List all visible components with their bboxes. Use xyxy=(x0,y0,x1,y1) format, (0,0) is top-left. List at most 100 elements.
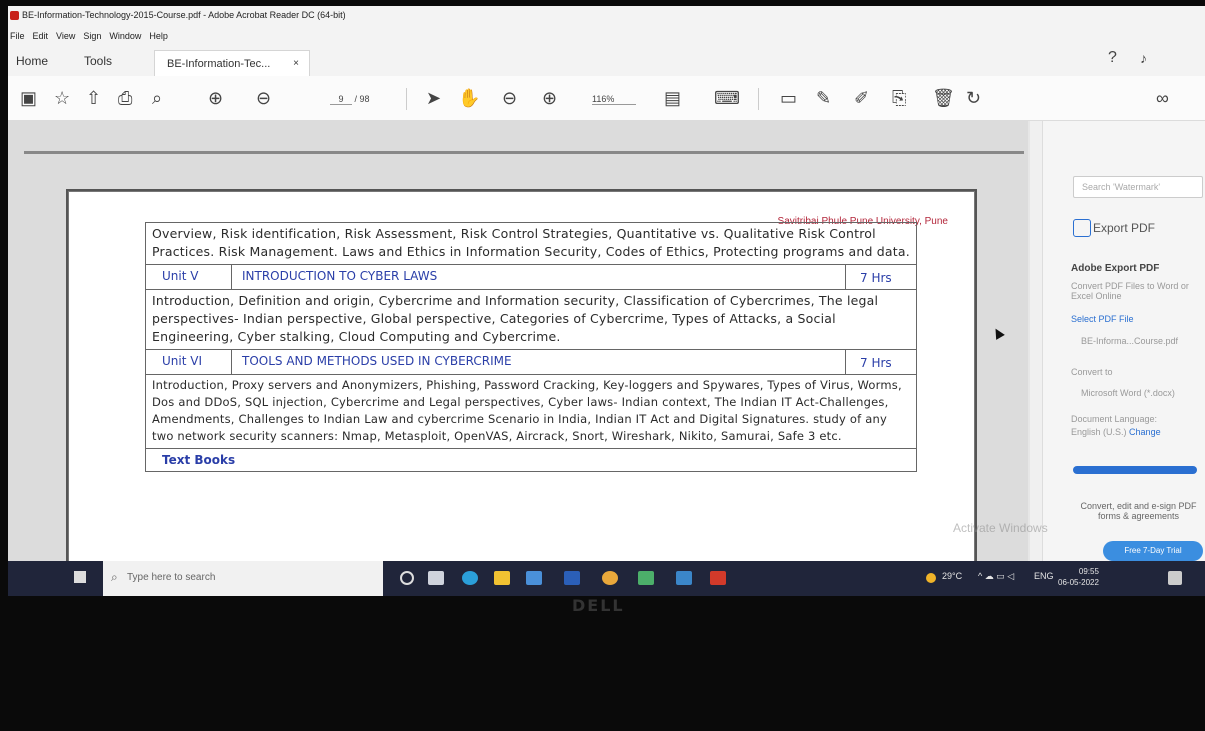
toolbar-divider xyxy=(406,88,407,110)
tab-document-label: BE-Information-Tec... xyxy=(167,58,271,70)
acrobat-taskbar-icon[interactable] xyxy=(710,571,726,585)
unit-title: TOOLS AND METHODS USED IN CYBERCRIME xyxy=(232,350,846,374)
search-icon: ⌕ xyxy=(111,570,118,584)
vertical-scrollbar[interactable] xyxy=(1030,121,1042,561)
date: 06-05-2022 xyxy=(1058,578,1099,587)
activate-windows-watermark: Activate Windows xyxy=(953,521,1048,535)
change-language-link[interactable]: Change xyxy=(1129,427,1161,437)
word-icon[interactable] xyxy=(564,571,580,585)
hand-icon[interactable]: ✋ xyxy=(458,88,480,108)
menu-edit[interactable]: Edit xyxy=(33,28,49,46)
tab-tools[interactable]: Tools xyxy=(84,54,112,68)
store-icon[interactable] xyxy=(526,571,542,585)
monitor-brand: DELL xyxy=(572,596,625,615)
pdf-page: Savitribai Phule Pune University, Pune O… xyxy=(68,191,975,593)
tab-home[interactable]: Home xyxy=(16,54,48,68)
text-books-heading: Text Books xyxy=(146,448,916,471)
page-indicator: 9 / 98 xyxy=(330,94,370,105)
upload-icon[interactable]: ⇧ xyxy=(86,88,101,108)
notification-icon[interactable] xyxy=(1168,571,1182,585)
right-tools-panel: Search 'Watermark' Export PDF Adobe Expo… xyxy=(1042,121,1205,561)
edge-icon[interactable] xyxy=(462,571,478,585)
unit-content: Introduction, Proxy servers and Anonymiz… xyxy=(152,378,902,443)
save-icon[interactable]: ▣ xyxy=(20,88,37,108)
selected-file[interactable]: BE-Informa...Course.pdf xyxy=(1071,336,1205,346)
menu-view[interactable]: View xyxy=(56,28,75,46)
keyboard-icon[interactable]: ⌨ xyxy=(714,88,740,108)
export-heading: Adobe Export PDF xyxy=(1071,263,1160,274)
zoom-in-icon[interactable]: ⊕ xyxy=(542,88,557,108)
unit-row: Unit V INTRODUCTION TO CYBER LAWS 7 Hrs xyxy=(146,264,916,290)
unit-hours: 7 Hrs xyxy=(860,356,892,370)
draw-icon[interactable]: ✐ xyxy=(854,88,869,108)
unit-content: Introduction, Definition and origin, Cyb… xyxy=(152,293,879,344)
cortana-icon[interactable] xyxy=(400,571,414,585)
mail-icon[interactable] xyxy=(676,571,692,585)
rotate-icon[interactable]: ↻ xyxy=(966,88,981,108)
acrobat-icon xyxy=(10,11,19,20)
document-area: Savitribai Phule Pune University, Pune O… xyxy=(8,121,1028,593)
taskbar-search-placeholder: Type here to search xyxy=(127,572,216,583)
convert-button[interactable] xyxy=(1073,466,1197,474)
page-number-input[interactable]: 9 xyxy=(330,94,352,105)
print-icon[interactable]: ⎙ xyxy=(118,88,132,108)
page-top-edge xyxy=(24,151,1024,154)
promo-text: Convert, edit and e-sign PDF forms & agr… xyxy=(1080,501,1197,521)
clock[interactable]: 09:55 06-05-2022 xyxy=(1058,566,1099,588)
file-explorer-icon[interactable] xyxy=(494,571,510,585)
highlight-pen-icon[interactable]: ✎ xyxy=(816,88,831,108)
unit-row: Unit VI TOOLS AND METHODS USED IN CYBERC… xyxy=(146,349,916,375)
menu-sign[interactable]: Sign xyxy=(83,28,101,46)
page-total: / 98 xyxy=(354,94,370,104)
windows-start-icon[interactable] xyxy=(74,571,86,583)
tray-icons[interactable]: ^ ☁ ▭ ◁ xyxy=(978,571,1014,582)
unit-label: Unit VI xyxy=(146,350,232,374)
monitor-bezel xyxy=(0,596,1205,731)
help-icon[interactable]: ? xyxy=(1108,48,1117,68)
syllabus-table: Overview, Risk identification, Risk Asse… xyxy=(145,222,917,472)
unit-label: Unit V xyxy=(146,265,232,289)
doc-language: English (U.S.) xyxy=(1071,427,1127,437)
select-cursor-icon[interactable]: ➤ xyxy=(426,88,441,108)
intro-text: Overview, Risk identification, Risk Asse… xyxy=(152,226,910,259)
window-title: BE-Information-Technology-2015-Course.pd… xyxy=(22,10,346,20)
format-dropdown[interactable]: Microsoft Word (*.docx) xyxy=(1071,388,1205,398)
time: 09:55 xyxy=(1078,567,1099,576)
comment-icon[interactable]: ▭ xyxy=(780,88,797,108)
app-icon[interactable] xyxy=(638,571,654,585)
language-indicator[interactable]: ENG xyxy=(1034,571,1054,581)
export-pdf-icon xyxy=(1073,219,1091,237)
menu-window[interactable]: Window xyxy=(109,28,141,46)
title-bar: BE-Information-Technology-2015-Course.pd… xyxy=(8,6,1205,28)
free-trial-button[interactable]: Free 7-Day Trial xyxy=(1103,541,1203,561)
menu-file[interactable]: File xyxy=(10,28,25,46)
zoom-search-icon[interactable]: ⌕ xyxy=(152,88,162,108)
weather-temp[interactable]: 29°C xyxy=(942,571,962,581)
share-link-icon[interactable]: ∞ xyxy=(1156,88,1169,108)
page-layout-icon[interactable]: ▤ xyxy=(664,88,681,108)
panel-search-input[interactable]: Search 'Watermark' xyxy=(1073,176,1203,198)
page-down-icon[interactable]: ⊖ xyxy=(256,88,271,108)
screen: BE-Information-Technology-2015-Course.pd… xyxy=(8,6,1205,596)
weather-icon xyxy=(926,573,936,583)
task-view-icon[interactable] xyxy=(428,571,444,585)
unit-hours: 7 Hrs xyxy=(860,271,892,285)
bookmark-star-icon[interactable]: ☆ xyxy=(54,88,70,108)
toolbar-divider xyxy=(758,88,759,110)
taskbar-search[interactable]: ⌕ Type here to search xyxy=(103,561,383,596)
chrome-icon[interactable] xyxy=(602,571,618,585)
delete-icon[interactable]: 🗑 xyxy=(932,88,955,108)
tab-document[interactable]: BE-Information-Tec... × xyxy=(154,50,310,76)
stamp-icon[interactable]: ⎘ xyxy=(892,88,906,108)
export-pdf-title[interactable]: Export PDF xyxy=(1093,221,1155,235)
close-tab-icon[interactable]: × xyxy=(293,58,299,69)
doc-language-label: Document Language: xyxy=(1071,414,1158,424)
page-up-icon[interactable]: ⊕ xyxy=(208,88,223,108)
zoom-dropdown[interactable]: 116% xyxy=(592,94,636,105)
bell-icon[interactable]: ♪ xyxy=(1140,48,1147,68)
menu-help[interactable]: Help xyxy=(149,28,168,46)
zoom-out-icon[interactable]: ⊖ xyxy=(502,88,517,108)
menu-bar: File Edit View Sign Window Help xyxy=(8,28,1205,46)
doc-language-row: English (U.S.) Change xyxy=(1071,427,1205,437)
taskbar: ⌕ Type here to search 29°C ^ ☁ ▭ ◁ ENG 0… xyxy=(8,561,1205,596)
